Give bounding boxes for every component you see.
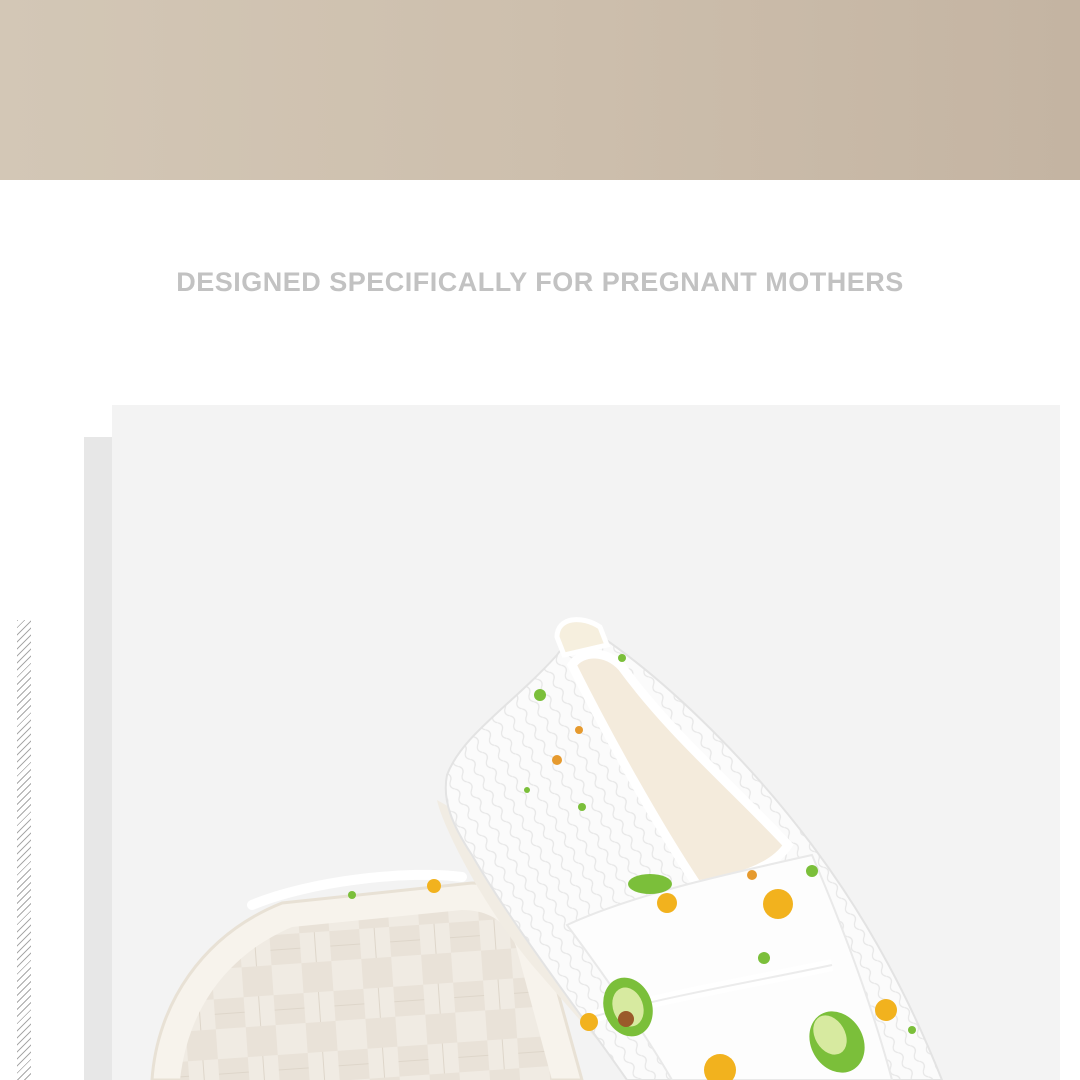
page-headline: DESIGNED SPECIFICALLY FOR PREGNANT MOTHE… [176, 267, 904, 297]
decorative-hatch-stripe [17, 620, 31, 1080]
top-banner [0, 0, 1080, 180]
slipper-shoes-image [150, 617, 944, 1080]
decorative-side-bar [84, 437, 112, 1080]
product-photo [112, 405, 1060, 1080]
